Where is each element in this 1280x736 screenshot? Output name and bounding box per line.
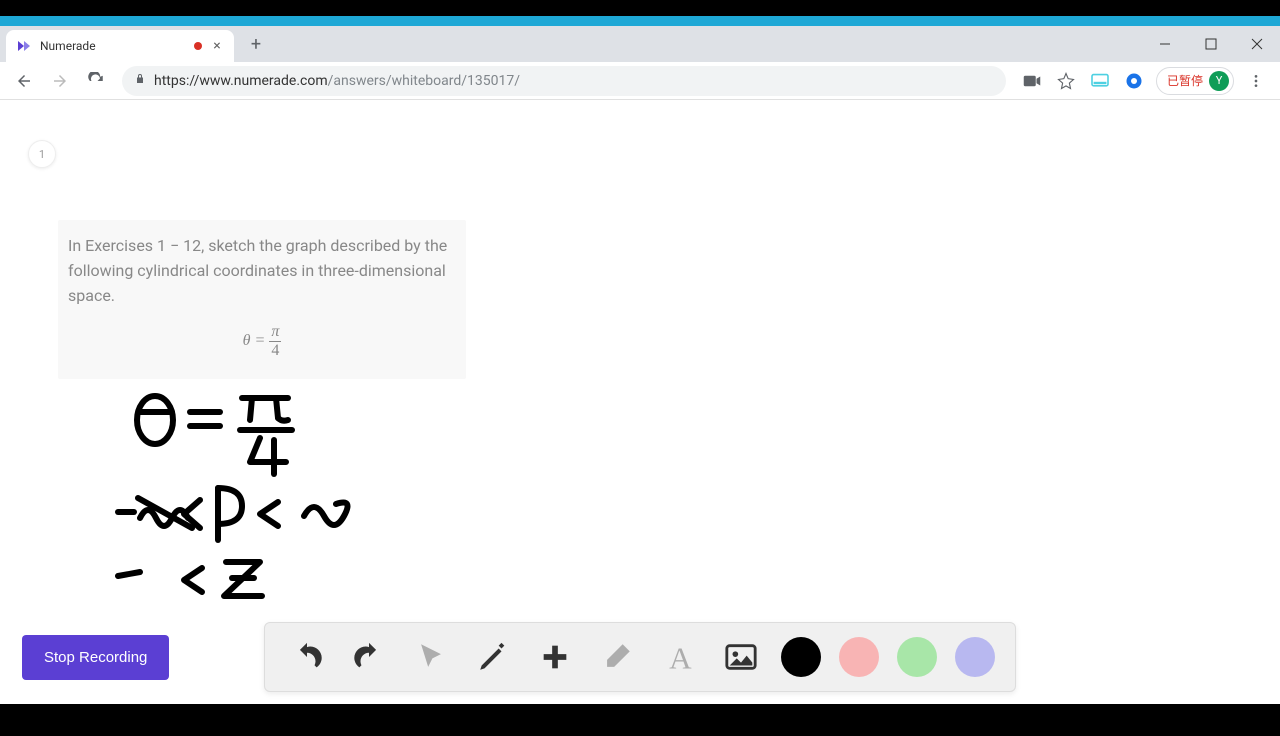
stop-recording-button[interactable]: Stop Recording [22,635,169,680]
profile-status: 已暂停 [1167,72,1203,89]
page-content: 1 In Exercises 1 − 12, sketch the graph … [0,100,1280,704]
svg-text:A: A [669,640,692,674]
minimize-button[interactable] [1142,26,1188,62]
camera-icon[interactable] [1020,69,1044,93]
browser-tab[interactable]: Numerade × [6,30,234,62]
back-button[interactable] [8,65,40,97]
lock-icon [134,73,146,88]
plus-tool[interactable] [533,635,577,679]
new-tab-button[interactable]: + [242,30,270,58]
avatar: Y [1209,71,1229,91]
profile-badge[interactable]: 已暂停 Y [1156,67,1234,95]
browser-window: Numerade × + [0,16,1280,704]
problem-equation: θ = π4 [68,324,456,359]
window-controls [1142,26,1280,62]
color-purple[interactable] [955,637,995,677]
undo-button[interactable] [285,635,329,679]
page-number-badge: 1 [28,140,56,168]
url-text: https://www.numerade.com/answers/whitebo… [154,73,520,89]
tabs-bar: Numerade × + [0,26,1280,62]
recording-indicator-icon [194,42,202,50]
address-bar[interactable]: https://www.numerade.com/answers/whitebo… [122,66,1006,96]
pen-tool[interactable] [471,635,515,679]
tab-favicon [16,38,32,54]
color-black[interactable] [781,637,821,677]
close-tab-icon[interactable]: × [210,39,224,53]
screen-icon[interactable] [1088,69,1112,93]
redo-button[interactable] [347,635,391,679]
browser-toolbar: https://www.numerade.com/answers/whitebo… [0,62,1280,100]
pointer-tool[interactable] [409,635,453,679]
star-icon[interactable] [1054,69,1078,93]
problem-text: In Exercises 1 − 12, sketch the graph de… [68,234,456,308]
reload-button[interactable] [80,65,112,97]
color-pink[interactable] [839,637,879,677]
color-green[interactable] [897,637,937,677]
close-window-button[interactable] [1234,26,1280,62]
eraser-tool[interactable] [595,635,639,679]
toolbar-right-icons: 已暂停 Y [1016,67,1272,95]
handwriting-canvas [110,390,410,620]
extension-icon[interactable] [1122,69,1146,93]
forward-button[interactable] [44,65,76,97]
menu-icon[interactable] [1244,69,1268,93]
problem-box: In Exercises 1 − 12, sketch the graph de… [58,220,466,379]
titlebar [0,16,1280,26]
whiteboard-toolbar: A [264,622,1016,692]
image-tool[interactable] [719,635,763,679]
text-tool[interactable]: A [657,635,701,679]
tab-title: Numerade [40,39,194,53]
maximize-button[interactable] [1188,26,1234,62]
